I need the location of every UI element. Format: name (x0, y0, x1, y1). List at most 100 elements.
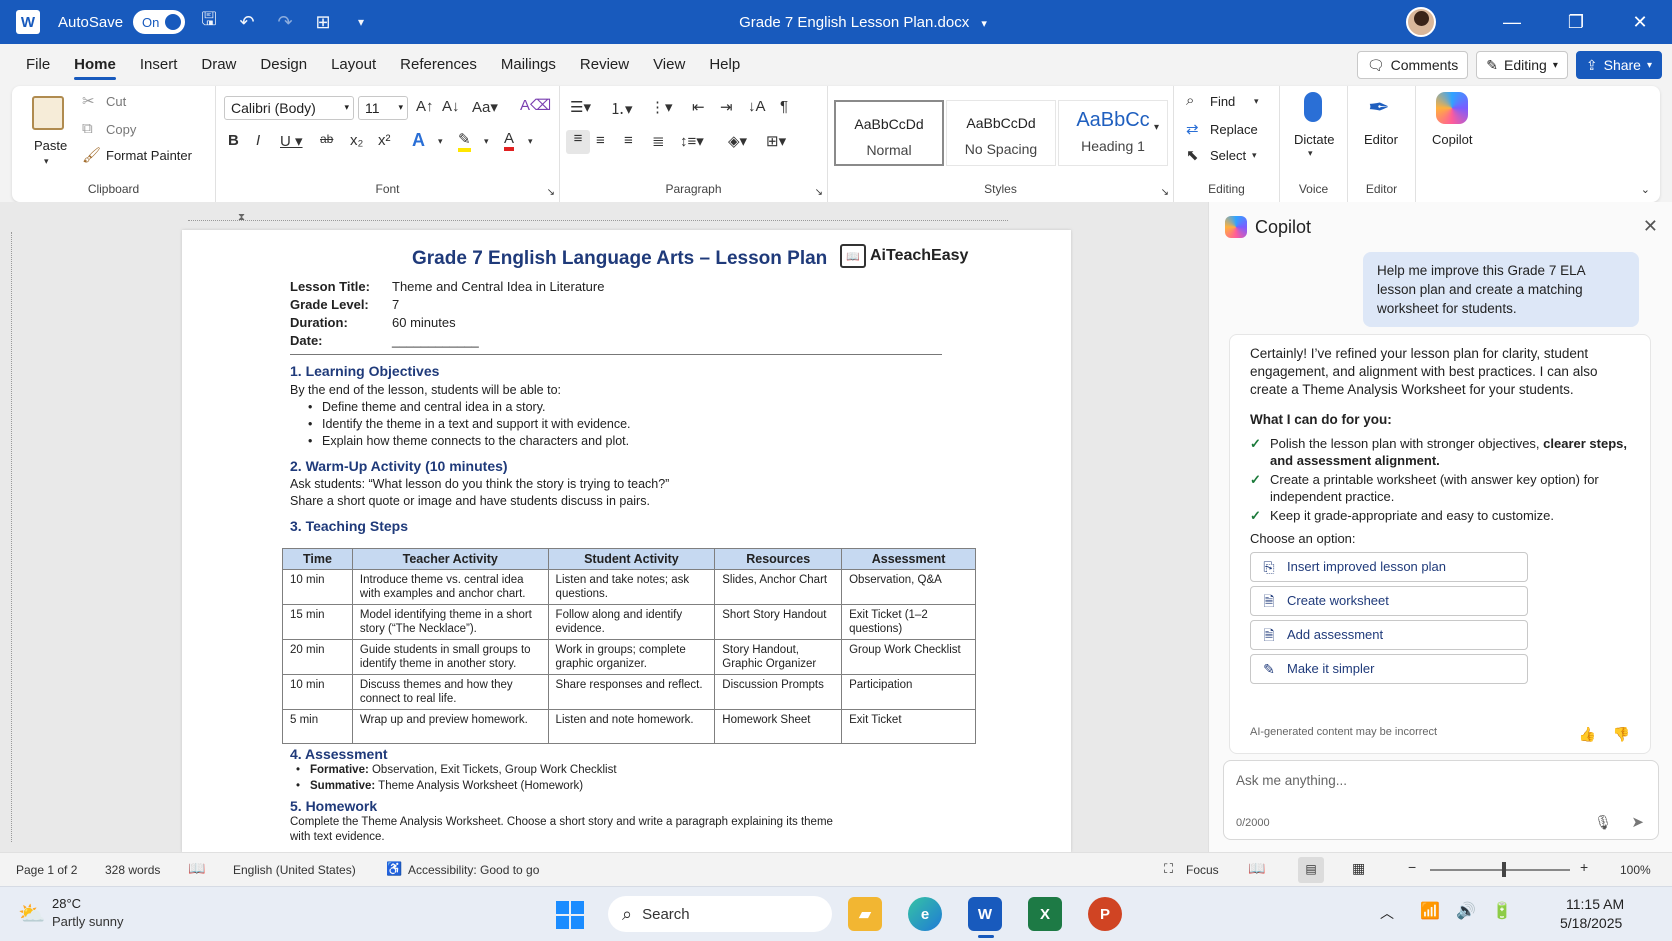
increase-indent-icon[interactable]: ⇥ (720, 98, 733, 116)
italic-icon[interactable]: I (256, 132, 260, 149)
chevron-down-icon[interactable]: ▾ (484, 136, 489, 147)
editor-pen-icon[interactable]: ✒ (1368, 92, 1390, 123)
excel-icon[interactable]: X (1028, 897, 1062, 931)
customize-toolbar-icon[interactable]: ▾ (347, 15, 375, 29)
superscript-icon[interactable]: x² (378, 132, 391, 149)
bullets-icon[interactable]: ☰▾ (570, 98, 591, 116)
chevron-down-icon[interactable]: ▾ (981, 18, 987, 30)
style-heading-1[interactable]: AaBbCc Heading 1 (1058, 100, 1168, 166)
chevron-up-icon[interactable]: ︿ (1380, 903, 1394, 923)
dialog-launcher-icon[interactable]: ↘ (547, 187, 555, 198)
zoom-out-icon[interactable]: − (1408, 859, 1416, 875)
tab-home[interactable]: Home (62, 44, 128, 86)
close-icon[interactable]: ✕ (1643, 216, 1658, 237)
style-no-spacing[interactable]: AaBbCcDd No Spacing (946, 100, 1056, 166)
chevron-down-icon[interactable]: ▾ (1308, 148, 1313, 159)
chevron-down-icon[interactable]: ▾ (528, 136, 533, 147)
thumbs-down-icon[interactable]: 👎 (1613, 725, 1630, 743)
change-case-icon[interactable]: Aa▾ (472, 98, 498, 116)
file-explorer-icon[interactable]: ▰ (848, 897, 882, 931)
copilot-button[interactable]: Copilot (1432, 132, 1472, 147)
replace-button[interactable]: Replace (1210, 122, 1258, 137)
grow-font-icon[interactable]: A↑ (416, 98, 434, 115)
language-status[interactable]: English (United States) (233, 863, 356, 877)
strikethrough-icon[interactable]: ab (320, 132, 333, 146)
styles-more-icon[interactable]: ▾ (1154, 122, 1159, 133)
clock-time[interactable]: 11:15 AM (1566, 896, 1624, 912)
bold-icon[interactable]: B (228, 132, 239, 149)
powerpoint-icon[interactable]: P (1088, 897, 1122, 931)
subscript-icon[interactable]: x₂ (350, 132, 363, 149)
editing-mode-button[interactable]: ✎ Editing ▾ (1476, 51, 1568, 79)
undo-icon[interactable]: ↶ (233, 12, 261, 33)
insert-lesson-plan-button[interactable]: ⎘ Insert improved lesson plan (1250, 552, 1528, 582)
multilevel-list-icon[interactable]: ⋮▾ (650, 98, 673, 116)
make-simpler-button[interactable]: ✎ Make it simpler (1250, 654, 1528, 684)
start-button[interactable] (556, 901, 584, 929)
send-icon[interactable]: ➤ (1631, 813, 1644, 831)
weather-temp[interactable]: 28°C (52, 896, 81, 911)
ask-copilot-box[interactable]: Ask me anything... 0/2000 🎙 ➤ (1223, 760, 1659, 840)
borders-icon[interactable]: ⊞▾ (766, 132, 786, 150)
close-button[interactable]: ✕ (1608, 0, 1672, 44)
clock-date[interactable]: 5/18/2025 (1560, 915, 1622, 931)
share-button[interactable]: ⇪ Share ▾ (1575, 51, 1662, 79)
paste-icon[interactable] (32, 96, 64, 130)
focus-button[interactable]: Focus (1186, 863, 1219, 877)
horizontal-ruler[interactable]: ⧗ (188, 212, 1068, 228)
tab-help[interactable]: Help (697, 44, 752, 86)
proofing-icon[interactable]: 📖 (188, 860, 205, 877)
decrease-indent-icon[interactable]: ⇤ (692, 98, 705, 116)
layout-icon[interactable]: ⊞ (309, 12, 337, 33)
tab-mailings[interactable]: Mailings (489, 44, 568, 86)
create-worksheet-button[interactable]: 🗎 Create worksheet (1250, 586, 1528, 616)
volume-icon[interactable]: 🔊 (1456, 901, 1476, 921)
tab-draw[interactable]: Draw (189, 44, 248, 86)
line-spacing-icon[interactable]: ↕≡▾ (680, 132, 704, 150)
comments-button[interactable]: 🗨 Comments (1356, 51, 1469, 79)
select-button[interactable]: Select (1210, 148, 1246, 163)
avatar[interactable] (1406, 7, 1436, 37)
page-count[interactable]: Page 1 of 2 (16, 863, 77, 877)
justify-icon[interactable]: ≣ (652, 132, 665, 150)
ruler-indent-marker[interactable]: ⧗ (238, 212, 245, 223)
format-painter-button[interactable]: Format Painter (106, 148, 192, 163)
find-button[interactable]: Find (1210, 94, 1235, 109)
ask-input[interactable]: Ask me anything... (1236, 773, 1347, 788)
tab-view[interactable]: View (641, 44, 697, 86)
tab-layout[interactable]: Layout (319, 44, 388, 86)
weather-status[interactable]: Partly sunny (52, 914, 124, 929)
chevron-down-icon[interactable]: ▾ (1254, 96, 1259, 107)
word-count[interactable]: 328 words (105, 863, 160, 877)
document-title[interactable]: Grade 7 English Lesson Plan.docx (739, 14, 969, 31)
style-normal[interactable]: AaBbCcDd Normal (834, 100, 944, 166)
edge-icon[interactable]: e (908, 897, 942, 931)
zoom-level[interactable]: 100% (1620, 863, 1651, 877)
web-layout-icon[interactable]: ▦ (1352, 860, 1365, 877)
word-taskbar-icon[interactable]: W (968, 897, 1002, 931)
microphone-icon[interactable] (1304, 92, 1322, 122)
dialog-launcher-icon[interactable]: ↘ (1161, 187, 1169, 198)
paste-button[interactable]: Paste (34, 138, 67, 153)
chevron-down-icon[interactable]: ▾ (1252, 150, 1257, 161)
microphone-icon[interactable]: 🎙 (1594, 814, 1612, 831)
align-left-icon[interactable]: ≡ (566, 130, 590, 154)
clear-formatting-icon[interactable]: A⌫ (520, 96, 551, 114)
shrink-font-icon[interactable]: A↓ (442, 98, 460, 115)
font-color-icon[interactable]: A (504, 130, 515, 151)
redo-icon[interactable]: ↷ (271, 12, 299, 33)
copilot-icon[interactable] (1436, 92, 1468, 124)
thumbs-up-icon[interactable]: 👍 (1579, 725, 1596, 743)
collapse-ribbon-icon[interactable]: ⌄ (1641, 183, 1650, 196)
autosave-toggle[interactable]: On (133, 10, 186, 34)
tab-file[interactable]: File (14, 44, 62, 86)
highlight-icon[interactable]: ✎ (458, 130, 471, 152)
tab-design[interactable]: Design (248, 44, 319, 86)
underline-icon[interactable]: U ▾ (280, 132, 303, 150)
battery-icon[interactable]: 🔋 (1492, 901, 1512, 921)
read-mode-icon[interactable]: 📖 (1248, 860, 1265, 877)
zoom-slider-thumb[interactable] (1502, 862, 1506, 877)
print-layout-icon[interactable]: ▤ (1298, 857, 1324, 883)
font-size-select[interactable]: 11 ▾ (358, 96, 408, 120)
copy-button[interactable]: Copy (106, 122, 136, 137)
